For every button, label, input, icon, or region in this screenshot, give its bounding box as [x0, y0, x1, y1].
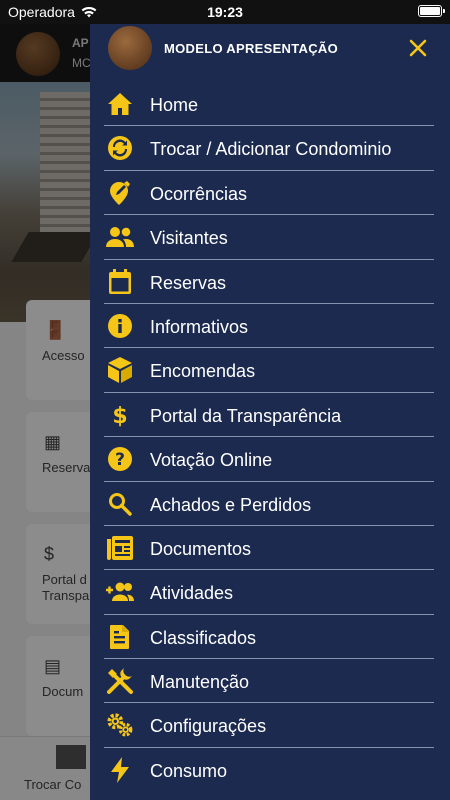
- info-icon: [106, 313, 134, 339]
- menu-item-consumo[interactable]: Consumo: [90, 748, 450, 792]
- menu-item-label: Encomendas: [150, 361, 256, 382]
- menu-item-label: Votação Online: [150, 450, 273, 471]
- menu-item-classificados[interactable]: Classificados: [90, 615, 450, 660]
- close-icon[interactable]: [404, 34, 432, 62]
- menu-item-visitantes[interactable]: Visitantes: [90, 215, 450, 260]
- menu-item-label: Portal da Transparência: [150, 405, 342, 426]
- calendar-icon: [106, 268, 134, 295]
- battery-icon: [418, 5, 445, 17]
- menu-item-configuracoes[interactable]: Configurações: [90, 703, 450, 748]
- menu-item-atividades[interactable]: Atividades: [90, 570, 450, 615]
- home-icon: [106, 91, 134, 117]
- menu-item-informativos[interactable]: Informativos: [90, 304, 450, 349]
- package-icon: [106, 357, 134, 384]
- menu-item-votacao-online[interactable]: ? Votação Online: [90, 437, 450, 482]
- menu-item-label: Visitantes: [150, 228, 228, 249]
- menu-item-label: Ocorrências: [150, 183, 248, 204]
- drawer-menu: Home Trocar / Adicionar Condominio Ocorr…: [90, 82, 450, 792]
- location-edit-icon: [106, 180, 134, 206]
- menu-item-label: Trocar / Adicionar Condominio: [150, 139, 392, 160]
- menu-item-manutencao[interactable]: Manutenção: [90, 659, 450, 704]
- drawer-header: MODELO APRESENTAÇÃO: [90, 24, 450, 72]
- menu-item-label: Reservas: [150, 272, 227, 293]
- document-icon: [106, 624, 134, 650]
- menu-item-ocorrencias[interactable]: Ocorrências: [90, 171, 450, 216]
- menu-item-trocar-condominio[interactable]: Trocar / Adicionar Condominio: [90, 126, 450, 171]
- svg-text:?: ?: [115, 450, 125, 470]
- newspaper-icon: [106, 535, 134, 561]
- menu-item-label: Classificados: [150, 627, 257, 648]
- search-icon: [106, 491, 134, 517]
- menu-item-home[interactable]: Home: [90, 82, 450, 127]
- condominium-title: MODELO APRESENTAÇÃO: [164, 41, 338, 56]
- status-bar: Operadora 19:23: [0, 0, 450, 24]
- menu-item-label: Atividades: [150, 583, 234, 604]
- dollar-icon: $: [106, 402, 134, 428]
- menu-item-label: Documentos: [150, 538, 252, 559]
- menu-item-label: Consumo: [150, 760, 228, 781]
- status-time: 19:23: [207, 4, 243, 20]
- svg-text:$: $: [112, 404, 127, 428]
- sync-icon: [106, 135, 134, 161]
- people-icon: [106, 224, 134, 250]
- side-drawer: MODELO APRESENTAÇÃO Home Trocar / Adicio…: [90, 24, 450, 800]
- menu-item-label: Achados e Perdidos: [150, 494, 312, 515]
- bolt-icon: [106, 756, 134, 783]
- group-add-icon: [106, 579, 134, 605]
- menu-item-label: Home: [150, 95, 199, 115]
- gears-icon: [106, 712, 134, 738]
- menu-item-achados-perdidos[interactable]: Achados e Perdidos: [90, 482, 450, 526]
- menu-item-label: Manutenção: [150, 672, 250, 693]
- avatar: [108, 26, 152, 70]
- menu-item-label: Informativos: [150, 316, 249, 337]
- question-icon: ?: [106, 446, 134, 472]
- menu-item-encomendas[interactable]: Encomendas: [90, 348, 450, 393]
- menu-item-documentos[interactable]: Documentos: [90, 526, 450, 571]
- menu-item-label: Configurações: [150, 716, 267, 737]
- menu-item-reservas[interactable]: Reservas: [90, 260, 450, 304]
- tools-icon: [106, 668, 134, 695]
- menu-item-portal-transparencia[interactable]: $ Portal da Transparência: [90, 393, 450, 438]
